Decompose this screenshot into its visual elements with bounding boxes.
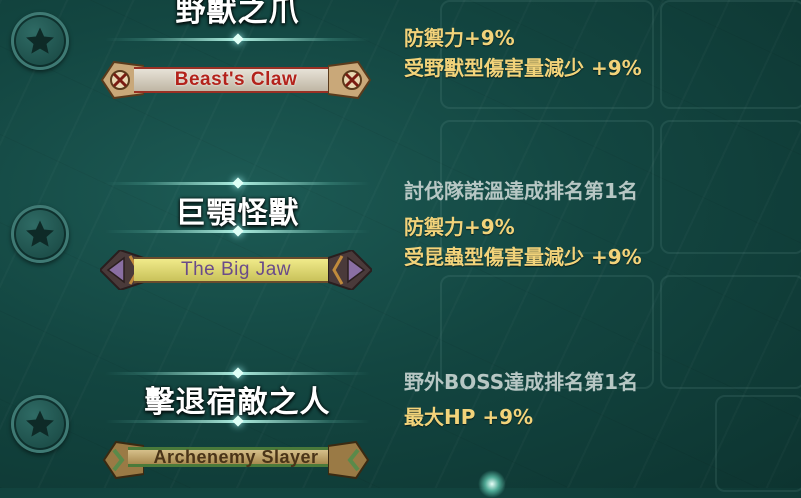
favorite-star-button[interactable] — [11, 205, 69, 263]
scroll-indicator-glow — [478, 470, 506, 498]
banner-plate: Archenemy Slayer — [128, 447, 344, 467]
title-description: 防禦力+9% 受野獸型傷害量減少 +9% — [404, 23, 642, 83]
title-entry[interactable]: 擊退宿敵之人 Archenemy Slayer 野外BOSS達成排名第1名 最大… — [0, 360, 801, 488]
banner-label: Archenemy Slayer — [153, 446, 319, 467]
star-icon — [26, 27, 54, 54]
title-divider — [105, 182, 370, 185]
title-description: 野外BOSS達成排名第1名 最大HP +9% — [404, 367, 638, 432]
title-description: 討伐隊諾溫達成排名第1名 防禦力+9% 受昆蟲型傷害量減少 +9% — [404, 176, 642, 272]
title-divider — [105, 38, 370, 41]
title-condition: 討伐隊諾溫達成排名第1名 — [404, 179, 638, 203]
banner-plate: Beast's Claw — [134, 67, 338, 93]
star-icon — [26, 220, 54, 247]
banner-plate: The Big Jaw — [134, 257, 338, 283]
favorite-star-button[interactable] — [11, 395, 69, 453]
title-banner: Beast's Claw — [100, 60, 372, 100]
banner-label: Beast's Claw — [174, 69, 298, 90]
title-effect: 防禦力+9% — [404, 26, 515, 50]
title-banner: Archenemy Slayer — [100, 440, 372, 480]
favorite-star-button[interactable] — [11, 12, 69, 70]
title-name: 野獸之爪 — [175, 0, 300, 29]
banner-ornament-right — [328, 60, 372, 100]
title-effect: 受野獸型傷害量減少 +9% — [404, 56, 642, 80]
title-divider — [105, 420, 370, 423]
banner-ornament-right — [328, 250, 372, 290]
title-entry[interactable]: 野獸之爪 Beast's Claw 防禦力+9% 受野獸型傷害量減少 +9% — [0, 0, 801, 110]
banner-ornament-right — [328, 440, 370, 480]
star-icon — [26, 410, 54, 437]
title-entry[interactable]: 巨顎怪獸 The Big Jaw 討伐隊諾溫達成排名第1名 防禦力+9% 受昆蟲… — [0, 170, 801, 300]
title-effect: 受昆蟲型傷害量減少 +9% — [404, 245, 642, 269]
title-divider — [105, 372, 370, 375]
title-effect: 防禦力+9% — [404, 215, 515, 239]
title-banner: The Big Jaw — [100, 250, 372, 290]
title-condition: 野外BOSS達成排名第1名 — [404, 370, 639, 394]
title-divider — [105, 230, 370, 233]
title-effect: 最大HP +9% — [404, 405, 534, 429]
banner-label: The Big Jaw — [180, 259, 292, 280]
